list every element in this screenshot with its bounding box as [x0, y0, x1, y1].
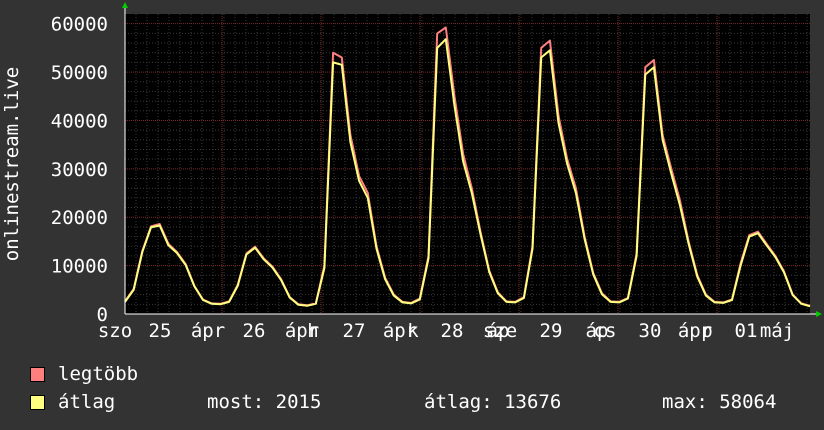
x-tick-label: máj: [760, 320, 794, 342]
x-tick-label: 26: [243, 320, 266, 342]
legend-item-max: legtöbb: [30, 362, 138, 386]
x-tick-label: h: [307, 320, 318, 342]
y-tick-label: 20000: [51, 207, 108, 229]
y-axis-arrow: [122, 2, 128, 8]
x-tick-label: 25: [149, 320, 172, 342]
legend-item-avg: átlag: [30, 390, 115, 414]
plot-area: [125, 14, 810, 314]
legend-label-avg: átlag: [58, 391, 116, 413]
x-tick-label: 01: [735, 320, 758, 342]
legend-swatch-max: [30, 366, 45, 382]
x-tick-label: p: [701, 320, 712, 342]
x-tick-label: sze: [483, 320, 517, 342]
x-tick-label: 30: [639, 320, 662, 342]
stat-current: most: 2015: [207, 391, 322, 413]
x-tick-label: 29: [540, 320, 563, 342]
x-tick-label: szo: [98, 320, 132, 342]
y-tick-label: 10000: [51, 256, 108, 278]
y-tick-label: 50000: [51, 62, 108, 84]
stat-average: átlag: 13676: [424, 391, 562, 413]
x-tick-label: cs: [594, 320, 617, 342]
legend-swatch-avg: [30, 394, 45, 410]
x-tick-label: ápr: [191, 320, 225, 342]
x-tick-label: 27: [343, 320, 366, 342]
y-tick-label: 30000: [51, 159, 108, 181]
x-tick-label: 28: [441, 320, 464, 342]
y-tick-label: 60000: [51, 14, 108, 36]
x-axis-arrow: [816, 311, 822, 317]
x-tick-label: k: [407, 320, 419, 342]
stat-maximum: max: 58064: [662, 391, 777, 413]
chart-root: 0 10000 20000 30000 40000 50000 60000 szo 25 ápr 2…: [0, 0, 824, 430]
legend-label-max: legtöbb: [58, 363, 139, 385]
y-axis-title: onlinestream.live: [1, 67, 23, 261]
y-tick-label: 40000: [51, 110, 108, 132]
